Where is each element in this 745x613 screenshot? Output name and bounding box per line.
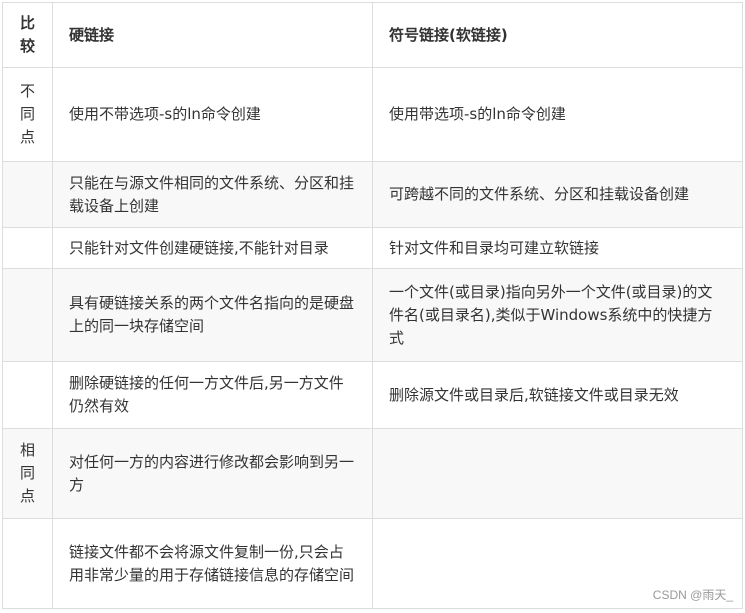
table-row: 不同点 使用不带选项-s的ln命令创建 使用带选项-s的ln命令创建 — [2, 67, 743, 162]
hard-link-cell: 只能针对文件创建硬链接,不能针对目录 — [52, 227, 373, 269]
header-compare: 比较 — [2, 2, 53, 68]
hard-link-cell: 对任何一方的内容进行修改都会影响到另一方 — [52, 428, 373, 519]
group-empty-cell — [2, 161, 53, 228]
hard-link-cell: 链接文件都不会将源文件复制一份,只会占用非常少量的用于存储链接信息的存储空间 — [52, 518, 373, 609]
soft-link-cell: 一个文件(或目录)指向另外一个文件(或目录)的文件名(或目录名),类似于Wind… — [372, 268, 743, 362]
header-hard-link: 硬链接 — [52, 2, 373, 68]
group-different: 不同点 — [2, 67, 53, 162]
soft-link-cell: 可跨越不同的文件系统、分区和挂载设备创建 — [372, 161, 743, 228]
group-empty-cell — [2, 361, 53, 429]
soft-link-cell — [372, 428, 743, 519]
header-soft-link: 符号链接(软链接) — [372, 2, 743, 68]
table-row: 删除硬链接的任何一方文件后,另一方文件仍然有效 删除源文件或目录后,软链接文件或… — [2, 361, 743, 429]
group-empty-cell — [2, 268, 53, 362]
table-row: 具有硬链接关系的两个文件名指向的是硬盘上的同一块存储空间 一个文件(或目录)指向… — [2, 268, 743, 362]
table-row: 相同点 对任何一方的内容进行修改都会影响到另一方 — [2, 428, 743, 519]
watermark: CSDN @雨天_ — [652, 588, 733, 602]
header-row: 比较 硬链接 符号链接(软链接) — [2, 2, 743, 68]
group-empty-cell — [2, 227, 53, 269]
hard-link-cell: 只能在与源文件相同的文件系统、分区和挂载设备上创建 — [52, 161, 373, 228]
comparison-table: 比较 硬链接 符号链接(软链接) 不同点 使用不带选项-s的ln命令创建 使用带… — [2, 2, 743, 609]
hard-link-cell: 使用不带选项-s的ln命令创建 — [52, 67, 373, 162]
soft-link-cell: 删除源文件或目录后,软链接文件或目录无效 — [372, 361, 743, 429]
hard-link-cell: 删除硬链接的任何一方文件后,另一方文件仍然有效 — [52, 361, 373, 429]
table-row: 只能针对文件创建硬链接,不能针对目录 针对文件和目录均可建立软链接 — [2, 227, 743, 269]
group-same: 相同点 — [2, 428, 53, 519]
soft-link-cell: 使用带选项-s的ln命令创建 — [372, 67, 743, 162]
group-empty-cell — [2, 518, 53, 609]
hard-link-cell: 具有硬链接关系的两个文件名指向的是硬盘上的同一块存储空间 — [52, 268, 373, 362]
soft-link-cell: 针对文件和目录均可建立软链接 — [372, 227, 743, 269]
table-row: 只能在与源文件相同的文件系统、分区和挂载设备上创建 可跨越不同的文件系统、分区和… — [2, 161, 743, 228]
table-row: 链接文件都不会将源文件复制一份,只会占用非常少量的用于存储链接信息的存储空间 — [2, 518, 743, 609]
